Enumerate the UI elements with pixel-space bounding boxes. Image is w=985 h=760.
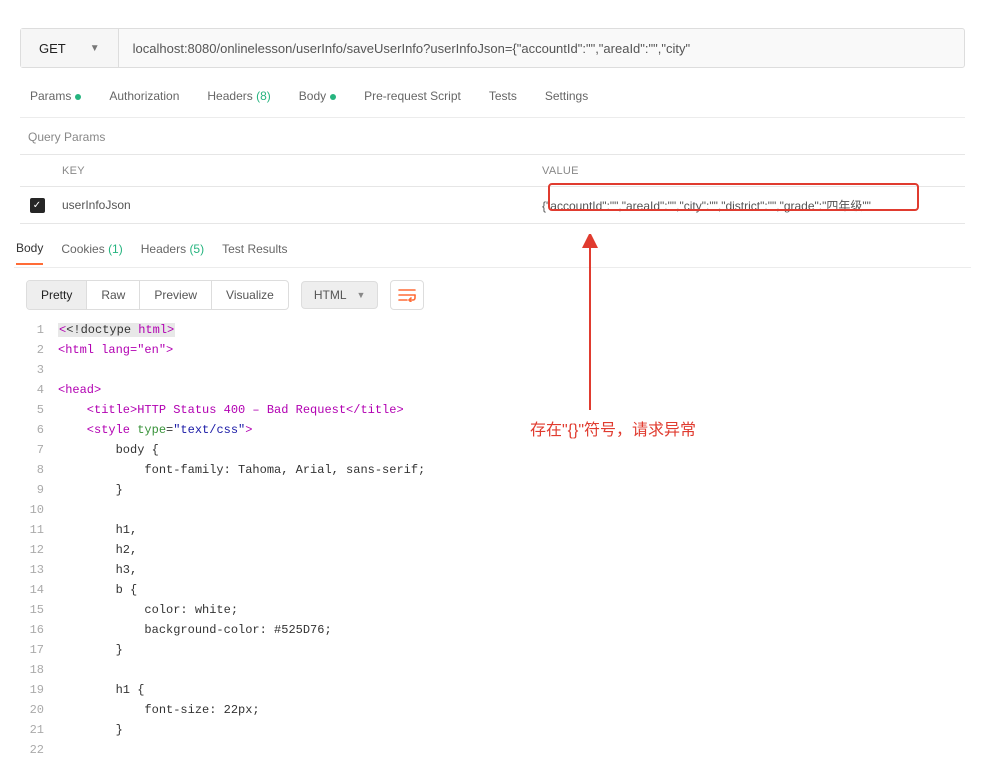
http-method-select[interactable]: GET ▼ xyxy=(21,29,119,67)
wrap-lines-icon xyxy=(398,288,416,302)
response-language-select[interactable]: HTML▼ xyxy=(301,281,379,309)
tab-headers[interactable]: Headers (8) xyxy=(207,89,270,114)
response-tab-body[interactable]: Body xyxy=(16,241,43,265)
format-visualize-button[interactable]: Visualize xyxy=(212,281,288,309)
tab-body[interactable]: Body xyxy=(299,89,336,114)
query-params-label: Query Params xyxy=(28,130,965,144)
tab-settings[interactable]: Settings xyxy=(545,89,588,114)
green-dot-icon xyxy=(330,94,336,100)
param-key-input[interactable]: userInfoJson xyxy=(54,198,532,212)
tab-prerequest-script[interactable]: Pre-request Script xyxy=(364,89,461,114)
format-raw-button[interactable]: Raw xyxy=(87,281,140,309)
http-method-value: GET xyxy=(39,41,66,56)
request-url-input[interactable] xyxy=(119,29,964,67)
response-format-bar: Pretty Raw Preview Visualize HTML▼ xyxy=(14,280,971,310)
annotation-text: 存在"{}"符号，请求异常 xyxy=(530,416,696,440)
tab-tests[interactable]: Tests xyxy=(489,89,517,114)
param-enabled-checkbox[interactable]: ✓ xyxy=(30,198,45,213)
tab-authorization[interactable]: Authorization xyxy=(109,89,179,114)
response-tab-headers[interactable]: Headers (5) xyxy=(141,242,204,264)
param-value-input[interactable]: {"accountId":"","areaId":"","city":"","d… xyxy=(532,197,965,214)
green-dot-icon xyxy=(75,94,81,100)
response-tabs: Body Cookies (1) Headers (5) Test Result… xyxy=(14,238,971,268)
request-tabs: Params Authorization Headers (8) Body Pr… xyxy=(20,86,965,118)
chevron-down-icon: ▼ xyxy=(357,290,366,300)
response-tab-cookies[interactable]: Cookies (1) xyxy=(61,242,122,264)
response-tab-test-results[interactable]: Test Results xyxy=(222,242,287,264)
column-header-key: KEY xyxy=(54,165,532,177)
column-header-value: VALUE xyxy=(532,165,965,177)
format-pretty-button[interactable]: Pretty xyxy=(27,281,87,309)
format-preview-button[interactable]: Preview xyxy=(140,281,212,309)
tab-params[interactable]: Params xyxy=(30,89,81,114)
query-params-table: KEY VALUE ✓ userInfoJson {"accountId":""… xyxy=(20,154,965,224)
response-body-code[interactable]: 1<<!doctype html> 2<html lang="en"> 3 4<… xyxy=(14,320,971,760)
chevron-down-icon: ▼ xyxy=(90,43,100,54)
wrap-lines-button[interactable] xyxy=(390,280,424,310)
